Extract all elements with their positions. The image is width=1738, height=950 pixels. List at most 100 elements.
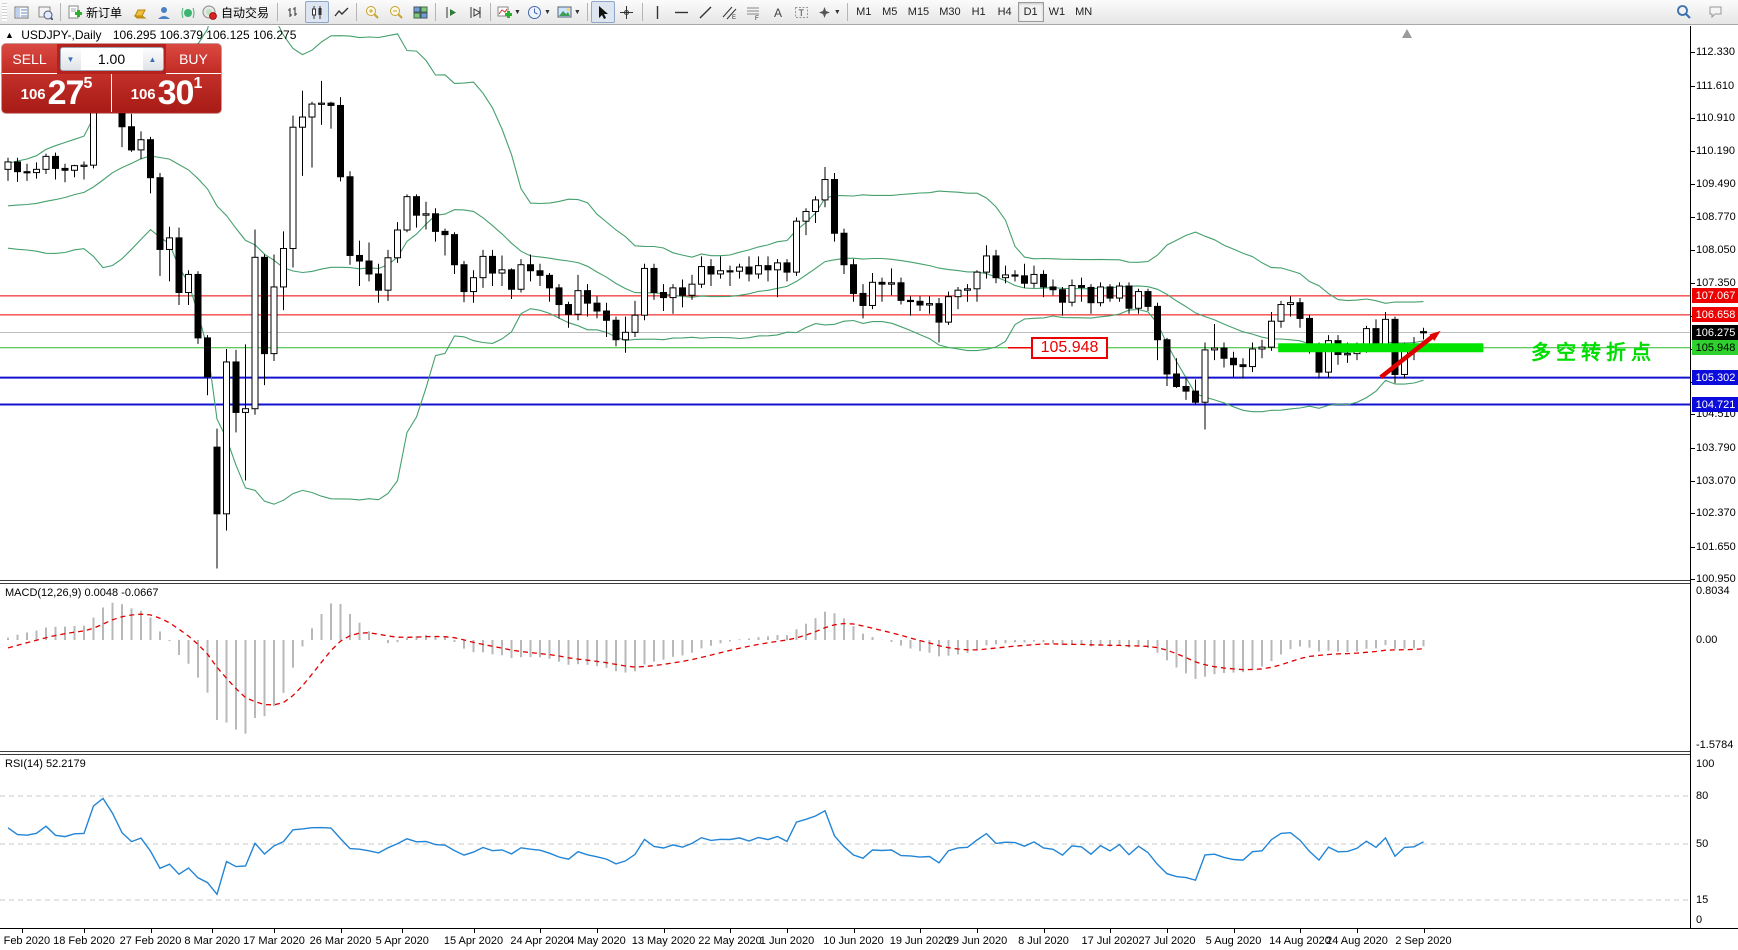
periods-button[interactable]: ▼ bbox=[524, 1, 554, 23]
bear-candle bbox=[1307, 318, 1313, 346]
axis-tick bbox=[1691, 86, 1695, 87]
price-tick-label: 103.790 bbox=[1696, 442, 1736, 454]
template-button[interactable]: ▼ bbox=[554, 1, 584, 23]
bear-candle bbox=[585, 291, 591, 304]
search-button[interactable] bbox=[1672, 1, 1696, 23]
community-button[interactable] bbox=[151, 1, 175, 23]
trade-panel-collapse-icon[interactable]: ▲ bbox=[5, 30, 14, 40]
text-a-button[interactable]: A bbox=[766, 1, 790, 23]
tile-windows-button[interactable] bbox=[408, 1, 432, 23]
date-tick bbox=[1167, 929, 1168, 933]
arrange-right-button[interactable] bbox=[463, 1, 487, 23]
bear-candle bbox=[1050, 287, 1056, 290]
timeframe-h4-button[interactable]: H4 bbox=[992, 2, 1018, 22]
bars-chart-button[interactable] bbox=[281, 1, 305, 23]
toolbar-separator bbox=[847, 3, 848, 21]
buy-price-display[interactable]: 106 30 1 bbox=[112, 74, 221, 112]
arrange-left-button[interactable] bbox=[439, 1, 463, 23]
rsi-indicator-pane[interactable] bbox=[0, 755, 1690, 928]
bull-candle bbox=[290, 127, 296, 248]
axis-tick bbox=[1691, 283, 1695, 284]
date-tick bbox=[597, 929, 598, 933]
timeframe-m1-button[interactable]: M1 bbox=[851, 2, 877, 22]
sell-button[interactable]: SELL bbox=[2, 44, 57, 74]
community-icon bbox=[156, 5, 171, 20]
chart-title: ▲ USDJPY-,Daily 106.295 106.379 106.125 … bbox=[5, 28, 296, 42]
gold-icon bbox=[132, 5, 147, 20]
dropdown-caret-icon[interactable]: ▼ bbox=[514, 9, 521, 16]
new-order-icon bbox=[67, 5, 82, 20]
toolbar-separator bbox=[490, 3, 491, 21]
trendline-button[interactable] bbox=[694, 1, 718, 23]
bull-candle bbox=[737, 267, 743, 271]
turning-point-text[interactable]: 多空转折点 bbox=[1531, 336, 1656, 365]
arrows-button[interactable]: ▼ bbox=[814, 1, 844, 23]
bull-candle bbox=[1202, 350, 1208, 402]
timeframe-h1-button[interactable]: H1 bbox=[966, 2, 992, 22]
line-chart-button[interactable] bbox=[329, 1, 353, 23]
dropdown-caret-icon[interactable]: ▼ bbox=[834, 9, 841, 16]
date-tick bbox=[212, 929, 213, 933]
terminal-button[interactable] bbox=[9, 1, 33, 23]
channel-button[interactable]: E bbox=[718, 1, 742, 23]
toolbar-separator bbox=[356, 3, 357, 21]
volume-decrease-button[interactable]: ▼ bbox=[61, 48, 81, 70]
bull-candle bbox=[309, 104, 315, 117]
dropdown-caret-icon[interactable]: ▼ bbox=[544, 9, 551, 16]
fibo-button[interactable]: F bbox=[742, 1, 766, 23]
pane-separator[interactable] bbox=[0, 580, 1738, 581]
vline-button[interactable] bbox=[646, 1, 670, 23]
bull-candle bbox=[281, 249, 287, 287]
bull-candle bbox=[946, 297, 952, 322]
zoom-out-button[interactable] bbox=[384, 1, 408, 23]
timeframe-m30-button[interactable]: M30 bbox=[934, 2, 965, 22]
signals-button[interactable] bbox=[175, 1, 199, 23]
dropdown-caret-icon[interactable]: ▼ bbox=[574, 9, 581, 16]
arrows-icon bbox=[817, 5, 832, 20]
price-chart-pane[interactable] bbox=[0, 26, 1690, 580]
bear-candle bbox=[898, 283, 904, 301]
crosshair-icon bbox=[619, 5, 634, 20]
cursor-button[interactable] bbox=[591, 1, 615, 23]
price-tick-label: 102.370 bbox=[1696, 507, 1736, 519]
crosshair-button[interactable] bbox=[615, 1, 639, 23]
bear-candle bbox=[936, 304, 942, 323]
signals-icon bbox=[180, 5, 195, 20]
chat-button[interactable] bbox=[1704, 1, 1728, 23]
date-tick bbox=[730, 929, 731, 933]
hline-button[interactable] bbox=[670, 1, 694, 23]
zoom-in-button[interactable] bbox=[360, 1, 384, 23]
volume-input[interactable] bbox=[81, 48, 143, 70]
volume-increase-button[interactable]: ▲ bbox=[143, 48, 163, 70]
pane-separator[interactable] bbox=[0, 751, 1738, 752]
candle-chart-button[interactable] bbox=[305, 1, 329, 23]
bull-candle bbox=[775, 263, 781, 270]
sell-price-display[interactable]: 106 27 5 bbox=[2, 74, 112, 112]
autotrade-button[interactable]: 自动交易 bbox=[199, 1, 274, 23]
timeframe-m5-button[interactable]: M5 bbox=[877, 2, 903, 22]
price-axis[interactable]: 112.330111.610110.910110.190109.490108.7… bbox=[1690, 26, 1738, 928]
timeframe-w1-button[interactable]: W1 bbox=[1044, 2, 1071, 22]
bear-candle bbox=[233, 362, 239, 412]
price-callout-box[interactable]: 105.948 bbox=[1031, 337, 1108, 359]
bear-candle bbox=[765, 266, 771, 270]
tester-button[interactable] bbox=[33, 1, 57, 23]
date-tick bbox=[787, 929, 788, 933]
chart-shift-marker[interactable] bbox=[1402, 29, 1412, 38]
macd-indicator-pane[interactable] bbox=[0, 584, 1690, 750]
gold-button[interactable] bbox=[127, 1, 151, 23]
indicators-button[interactable]: ▼ bbox=[494, 1, 524, 23]
buy-button[interactable]: BUY bbox=[166, 44, 221, 74]
bear-candle bbox=[24, 172, 30, 173]
text-label-button[interactable]: T bbox=[790, 1, 814, 23]
toolbar-grip[interactable] bbox=[2, 3, 7, 21]
price-tick-label: 100.950 bbox=[1696, 573, 1736, 585]
timeframe-m15-button[interactable]: M15 bbox=[903, 2, 934, 22]
timeframe-d1-button[interactable]: D1 bbox=[1018, 2, 1044, 22]
time-axis[interactable]: 9 Feb 202018 Feb 202027 Feb 20208 Mar 20… bbox=[0, 928, 1738, 950]
candle-chart-icon bbox=[310, 5, 325, 20]
timeframe-mn-button[interactable]: MN bbox=[1070, 2, 1097, 22]
new-order-button[interactable]: 新订单 bbox=[64, 1, 127, 23]
bull-candle bbox=[81, 165, 87, 166]
svg-text:T: T bbox=[799, 8, 805, 18]
